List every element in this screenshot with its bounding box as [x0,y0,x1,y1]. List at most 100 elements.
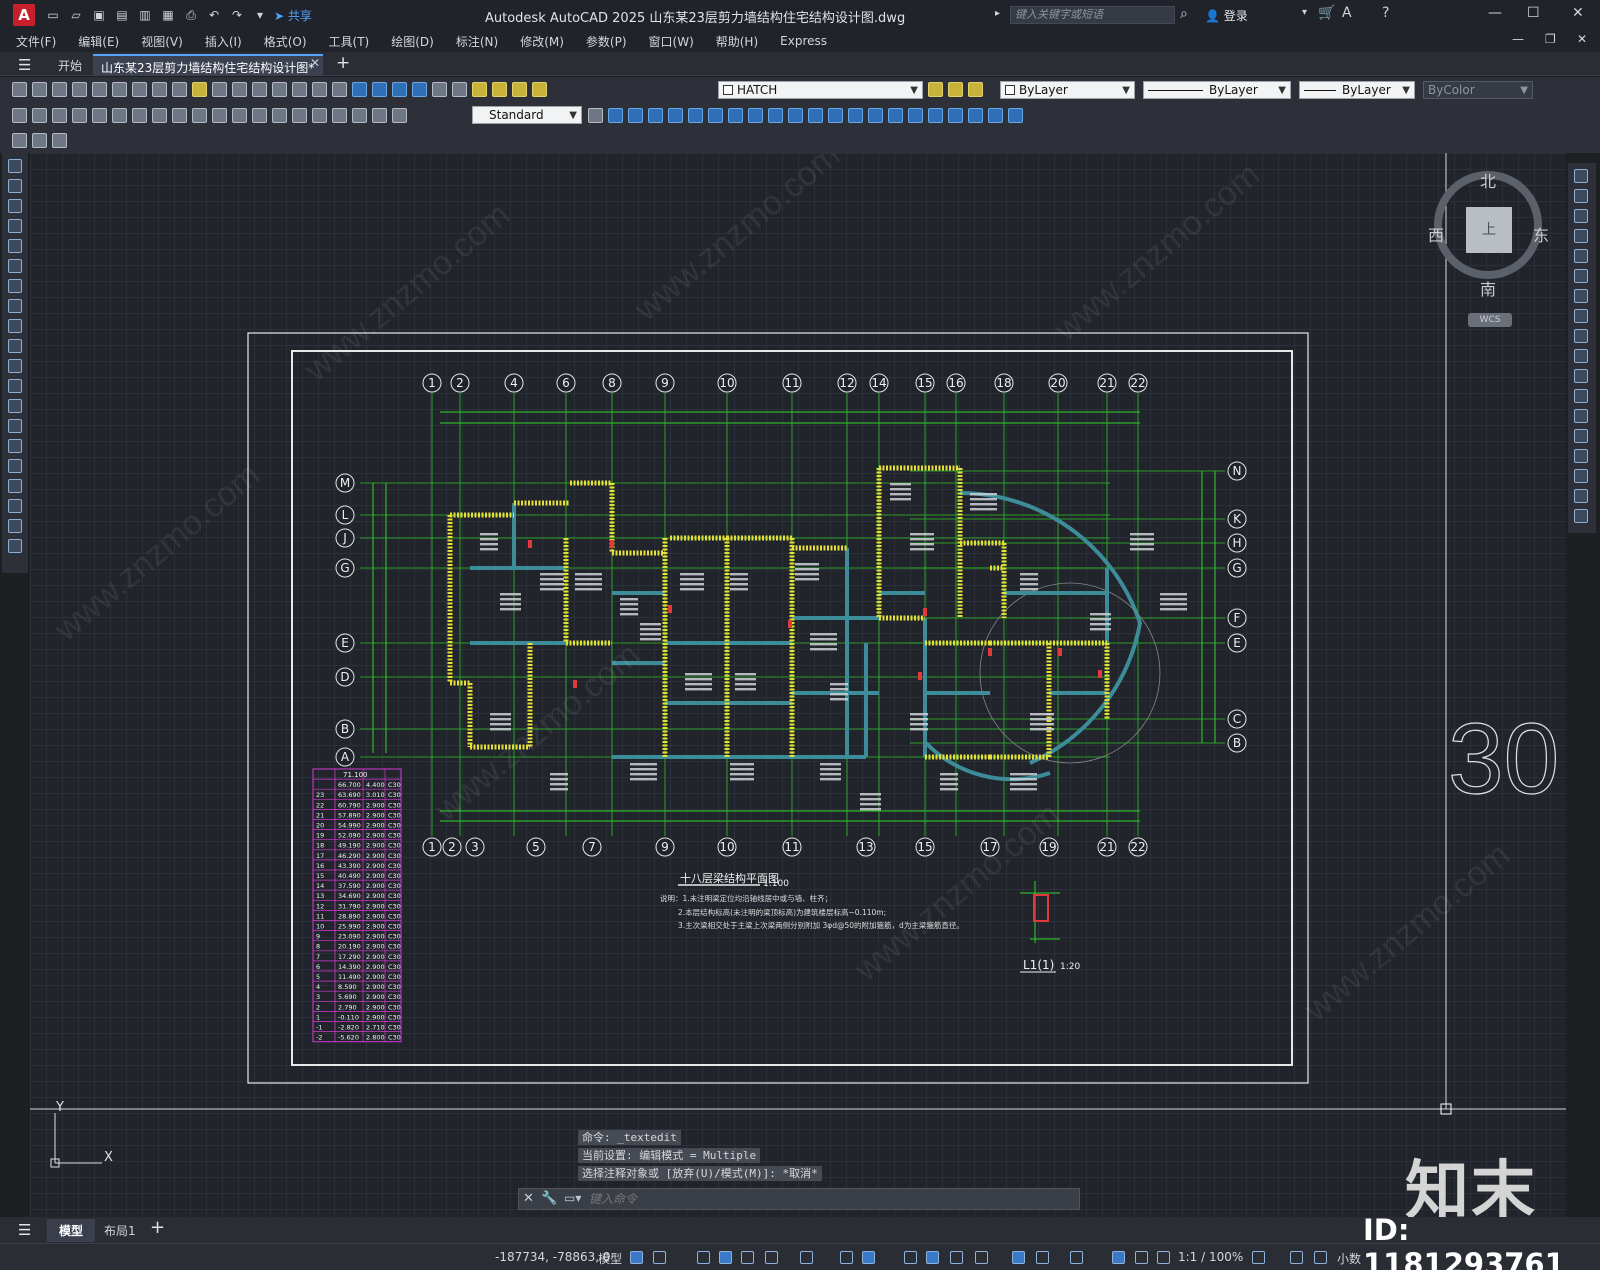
menu-insert[interactable]: 插入(I) [205,33,242,50]
customize-dropdown-icon[interactable]: ▾ [252,7,268,23]
customize-workspace-icon[interactable] [52,133,67,148]
help-icon[interactable]: ? [1382,5,1389,21]
infer-constraints-icon[interactable] [697,1251,710,1264]
login-dropdown-icon[interactable]: ▾ [1302,7,1307,18]
dynamic-ucs-icon[interactable] [1012,1251,1025,1264]
layer-dropdown[interactable]: HATCH ▼ [718,81,923,99]
circle-icon[interactable] [8,279,22,293]
3d-array-icon[interactable] [1008,108,1023,123]
tab-close-icon[interactable]: ✕ [310,56,320,70]
add-layout-icon[interactable]: + [150,1217,165,1238]
color-dropdown[interactable]: ByLayer ▼ [1000,81,1135,99]
stretch-icon[interactable] [1574,329,1588,343]
web-mobile-open-icon[interactable]: ▥ [137,7,153,23]
layer-on-icon[interactable] [492,82,507,97]
zoom-window-icon[interactable] [312,82,327,97]
insert-block-icon[interactable] [8,379,22,393]
ortho-mode-icon[interactable] [741,1251,754,1264]
move-icon[interactable] [1574,269,1588,283]
save-as-icon[interactable]: ▤ [114,7,130,23]
paste-icon[interactable] [172,82,187,97]
blend-icon[interactable] [1574,489,1588,503]
pan-icon[interactable] [272,82,287,97]
maximize-icon[interactable]: ☐ [1527,5,1540,21]
cut-icon[interactable] [132,82,147,97]
menu-tools[interactable]: 工具(T) [329,33,370,50]
jogged-linear-icon[interactable] [332,108,347,123]
dimension-style-dropdown[interactable]: Standard ▼ [472,106,582,124]
aligned-dimension-icon[interactable] [32,108,47,123]
menu-parametric[interactable]: 参数(P) [586,33,627,50]
scale-icon[interactable] [1574,309,1588,323]
viewcube-east[interactable]: 东 [1533,222,1549,246]
layer-freeze-icon[interactable] [512,82,527,97]
minimize-icon[interactable]: — [1488,5,1502,21]
revolve-icon[interactable] [748,108,763,123]
gizmo-icon[interactable] [1070,1251,1083,1264]
inspection-icon[interactable] [312,108,327,123]
calculator-icon[interactable] [432,82,447,97]
dimension-space-icon[interactable] [232,108,247,123]
block-editor-icon[interactable] [212,82,227,97]
units-readout[interactable]: 小数 [1337,1250,1361,1267]
workspace-switching-icon[interactable] [1252,1251,1265,1264]
fillet-icon[interactable] [1574,469,1588,483]
copy-icon[interactable] [152,82,167,97]
annotation-monitor-icon[interactable] [1290,1251,1303,1264]
break-at-point-icon[interactable] [1574,389,1588,403]
3d-wedge-icon[interactable] [628,108,643,123]
extrude-icon[interactable] [728,108,743,123]
menu-express[interactable]: Express [780,34,827,48]
ordinate-icon[interactable] [72,108,87,123]
make-block-icon[interactable] [8,399,22,413]
new-icon[interactable] [12,82,27,97]
object-snap-tracking-icon[interactable] [840,1251,853,1264]
gradient-icon[interactable] [8,459,22,473]
arc-length-icon[interactable] [52,108,67,123]
dimension-break-icon[interactable] [252,108,267,123]
login-button[interactable]: 👤 登录 [1205,7,1248,24]
quick-dimension-icon[interactable] [172,108,187,123]
polar-tracking-icon[interactable] [765,1251,778,1264]
tab-start[interactable]: 开始 [50,54,90,76]
slice-icon[interactable] [868,108,883,123]
autodesk-app-icon[interactable]: A [1342,5,1352,21]
doc-close-icon[interactable]: ✕ [1577,32,1587,46]
join-icon[interactable] [1574,429,1588,443]
3d-sphere-icon[interactable] [668,108,683,123]
new-tab-icon[interactable]: + [336,53,350,73]
table-icon[interactable] [8,499,22,513]
undo-icon[interactable]: ↶ [206,7,222,23]
angular-icon[interactable] [152,108,167,123]
tolerance-icon[interactable] [272,108,287,123]
plot-icon[interactable] [72,82,87,97]
close-command-line-icon[interactable]: ✕ [523,1191,534,1206]
ellipse-icon[interactable] [8,339,22,353]
viewcube-south[interactable]: 南 [1480,276,1496,300]
layout-list-icon[interactable]: ☰ [18,1221,31,1239]
selection-filtering-icon[interactable] [1036,1251,1049,1264]
3d-align-icon[interactable] [988,108,1003,123]
dynamic-input-icon[interactable] [719,1251,732,1264]
isometric-drafting-icon[interactable] [800,1251,813,1264]
polygon-icon[interactable] [8,219,22,233]
menu-format[interactable]: 格式(O) [264,33,307,50]
layer-previous-icon[interactable] [948,82,963,97]
linetype-dropdown[interactable]: ByLayer ▼ [1143,81,1291,99]
3d-rotate-icon[interactable] [968,108,983,123]
menu-edit[interactable]: 编辑(E) [78,33,119,50]
array-icon[interactable] [1574,249,1588,263]
redo-icon[interactable] [252,82,267,97]
continue-icon[interactable] [212,108,227,123]
dimension-style-icon[interactable] [588,108,603,123]
grid-display-icon[interactable] [630,1251,643,1264]
construction-line-icon[interactable] [8,179,22,193]
object-snap-icon[interactable] [862,1251,875,1264]
tab-model[interactable]: 模型 [47,1219,96,1242]
interference-icon[interactable] [888,108,903,123]
rotate-icon[interactable] [1574,289,1588,303]
layer-state-icon[interactable] [968,82,983,97]
dimension-edit-icon[interactable] [352,108,367,123]
web-mobile-save-icon[interactable]: ▦ [160,7,176,23]
menu-view[interactable]: 视图(V) [141,33,183,50]
